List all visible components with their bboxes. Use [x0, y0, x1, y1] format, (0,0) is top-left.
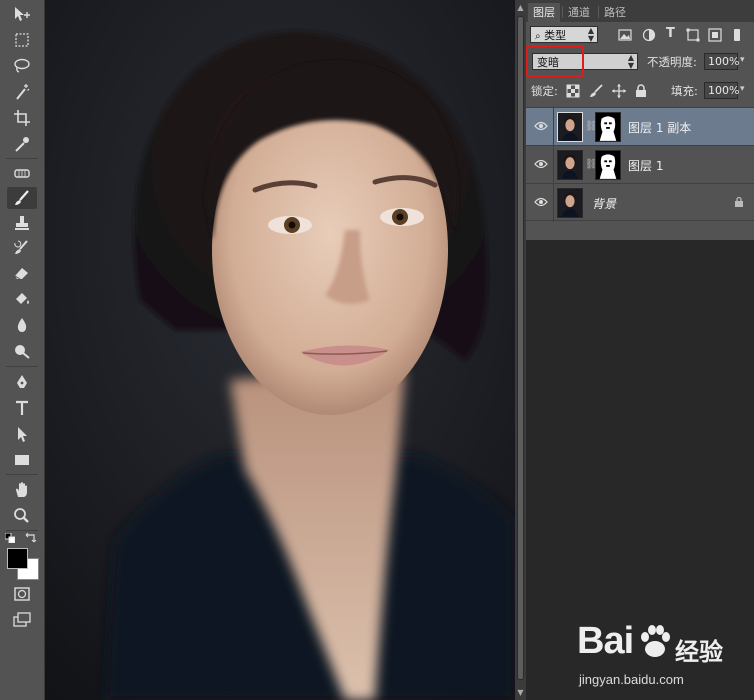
opacity-input[interactable]: 100% [704, 53, 739, 70]
brush-icon[interactable] [7, 187, 37, 209]
layer-mask-thumbnail[interactable] [595, 112, 621, 142]
layer-name[interactable]: 背景 [592, 195, 616, 212]
opacity-label: 不透明度: [647, 55, 697, 69]
layer-filter-row: ⌕ 类型 ▲ ▼ T [526, 23, 754, 47]
zoom-icon[interactable] [7, 505, 37, 527]
watermark-brand: Bai [577, 620, 634, 662]
lock-position-icon[interactable] [612, 84, 626, 98]
lock-all-icon[interactable] [634, 84, 648, 98]
paint-bucket-icon[interactable] [7, 288, 37, 310]
layer-name[interactable]: 图层 1 副本 [628, 119, 691, 136]
filter-kind-value: 类型 [544, 29, 567, 42]
layer-name[interactable]: 图层 1 [628, 157, 663, 174]
swap-colors-icon[interactable] [25, 532, 37, 543]
magic-wand-icon[interactable] [7, 81, 37, 103]
lock-row: 锁定: 填充: 100% ▾ [526, 78, 754, 102]
updown-arrows-icon: ▲ ▼ [627, 53, 634, 70]
eye-icon[interactable] [534, 158, 548, 170]
layer-row-1[interactable]: ⛓ 图层 1 [526, 145, 754, 184]
clone-stamp-icon[interactable] [7, 212, 37, 234]
eyedropper-icon[interactable] [7, 133, 37, 155]
eraser-icon[interactable] [7, 262, 37, 284]
lock-transparent-icon[interactable] [566, 84, 580, 98]
blur-icon[interactable] [7, 314, 37, 336]
watermark-brand-cn: 经验 [675, 638, 723, 666]
layer-thumbnail[interactable] [557, 112, 583, 142]
type-layer-filter-icon[interactable]: T [666, 26, 680, 41]
lock-label: 锁定: [531, 84, 558, 98]
link-chain-icon[interactable]: ⛓ [585, 121, 598, 133]
watermark-url: jingyan.baidu.com [579, 672, 684, 687]
link-chain-icon[interactable]: ⛓ [585, 159, 598, 171]
default-colors-icon[interactable] [4, 532, 16, 544]
rectangle-icon[interactable] [7, 449, 37, 471]
scrollbar-thumb[interactable] [517, 16, 524, 680]
path-selection-icon[interactable] [7, 423, 37, 445]
hand-icon[interactable] [7, 479, 37, 501]
screen-mode-icon[interactable] [7, 609, 37, 631]
document-canvas[interactable] [45, 0, 515, 700]
portrait-photo [45, 0, 515, 700]
fill-label: 填充: [671, 84, 698, 98]
scroll-up-icon[interactable]: ▲ [516, 3, 525, 12]
history-brush-icon[interactable] [7, 237, 37, 259]
smart-object-filter-icon[interactable] [708, 28, 722, 42]
pixel-layer-filter-icon[interactable] [618, 28, 632, 42]
filter-kind-select[interactable]: ⌕ 类型 ▲ ▼ [530, 26, 598, 43]
paw-logo-icon [641, 625, 670, 657]
layer-thumbnail[interactable] [557, 188, 583, 218]
layer-mask-thumbnail[interactable] [595, 150, 621, 180]
chevron-down-icon[interactable]: ▾ [740, 55, 745, 65]
layers-panel: 图层 通道 路径 ⌕ 类型 ▲ ▼ T 变暗 ▲ ▼ 不透明度: 100% ▾ 锁定… [526, 0, 754, 240]
healing-brush-icon[interactable] [7, 162, 37, 184]
baidu-jingyan-watermark: Bai 经验 jingyan.baidu.com [577, 620, 747, 690]
blend-mode-highlight [526, 45, 584, 77]
quick-mask-icon[interactable] [7, 583, 37, 605]
crop-icon[interactable] [7, 107, 37, 129]
panel-tabs: 图层 通道 路径 [526, 0, 754, 22]
marquee-icon[interactable] [7, 29, 37, 51]
dodge-icon[interactable] [7, 340, 37, 362]
layer-thumbnail[interactable] [557, 150, 583, 180]
lasso-icon[interactable] [7, 55, 37, 77]
fill-input[interactable]: 100% [704, 82, 739, 99]
eye-icon[interactable] [534, 196, 548, 208]
move-icon[interactable] [7, 3, 37, 25]
type-icon[interactable] [7, 397, 37, 419]
tab-paths[interactable]: 路径 [599, 3, 631, 22]
search-icon: ⌕ [535, 31, 541, 42]
layer-row-copy[interactable]: ⛓ 图层 1 副本 [526, 107, 754, 146]
blend-row: 变暗 ▲ ▼ 不透明度: 100% ▾ [526, 45, 754, 77]
lock-icon [735, 196, 743, 207]
eye-icon[interactable] [534, 120, 548, 132]
vertical-scrollbar[interactable]: ▲ ▼ [515, 0, 526, 700]
tools-panel [0, 0, 45, 700]
shape-layer-filter-icon[interactable] [686, 28, 700, 42]
layer-row-background[interactable]: 背景 [526, 183, 754, 222]
updown-arrows-icon: ▲ ▼ [587, 26, 594, 43]
foreground-color-swatch[interactable] [7, 548, 28, 569]
pen-icon[interactable] [7, 371, 37, 393]
tab-channels[interactable]: 通道 [563, 3, 595, 22]
lock-pixels-brush-icon[interactable] [589, 84, 603, 98]
filter-toggle-switch[interactable] [734, 29, 740, 41]
tab-layers[interactable]: 图层 [528, 3, 560, 22]
scroll-down-icon[interactable]: ▼ [516, 688, 525, 697]
adjustment-layer-filter-icon[interactable] [642, 28, 656, 42]
chevron-down-icon[interactable]: ▾ [740, 84, 745, 94]
